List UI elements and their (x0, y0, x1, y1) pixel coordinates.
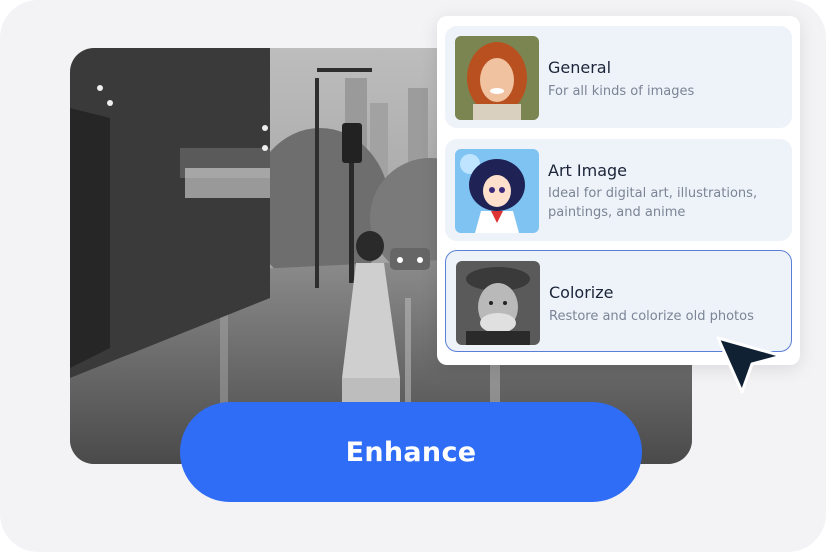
mode-description: For all kinds of images (548, 84, 695, 99)
mode-title: Colorize (549, 283, 614, 302)
enhance-button[interactable]: Enhance (180, 402, 642, 502)
mode-description: Restore and colorize old photos (549, 309, 754, 324)
mode-option-general[interactable]: General For all kinds of images (445, 26, 792, 128)
mode-title: Art Image (548, 161, 627, 180)
mode-option-art-image[interactable]: Art Image Ideal for digital art, illustr… (445, 139, 792, 241)
general-thumbnail (455, 36, 539, 120)
mode-title: General (548, 58, 612, 77)
mouse-pointer-icon (712, 330, 784, 400)
mode-description: Ideal for digital art, illustrations, pa… (548, 186, 758, 220)
colorize-thumbnail (456, 261, 540, 345)
art-image-thumbnail (455, 149, 539, 233)
enhance-mode-menu: General For all kinds of images Art Imag… (437, 16, 800, 365)
